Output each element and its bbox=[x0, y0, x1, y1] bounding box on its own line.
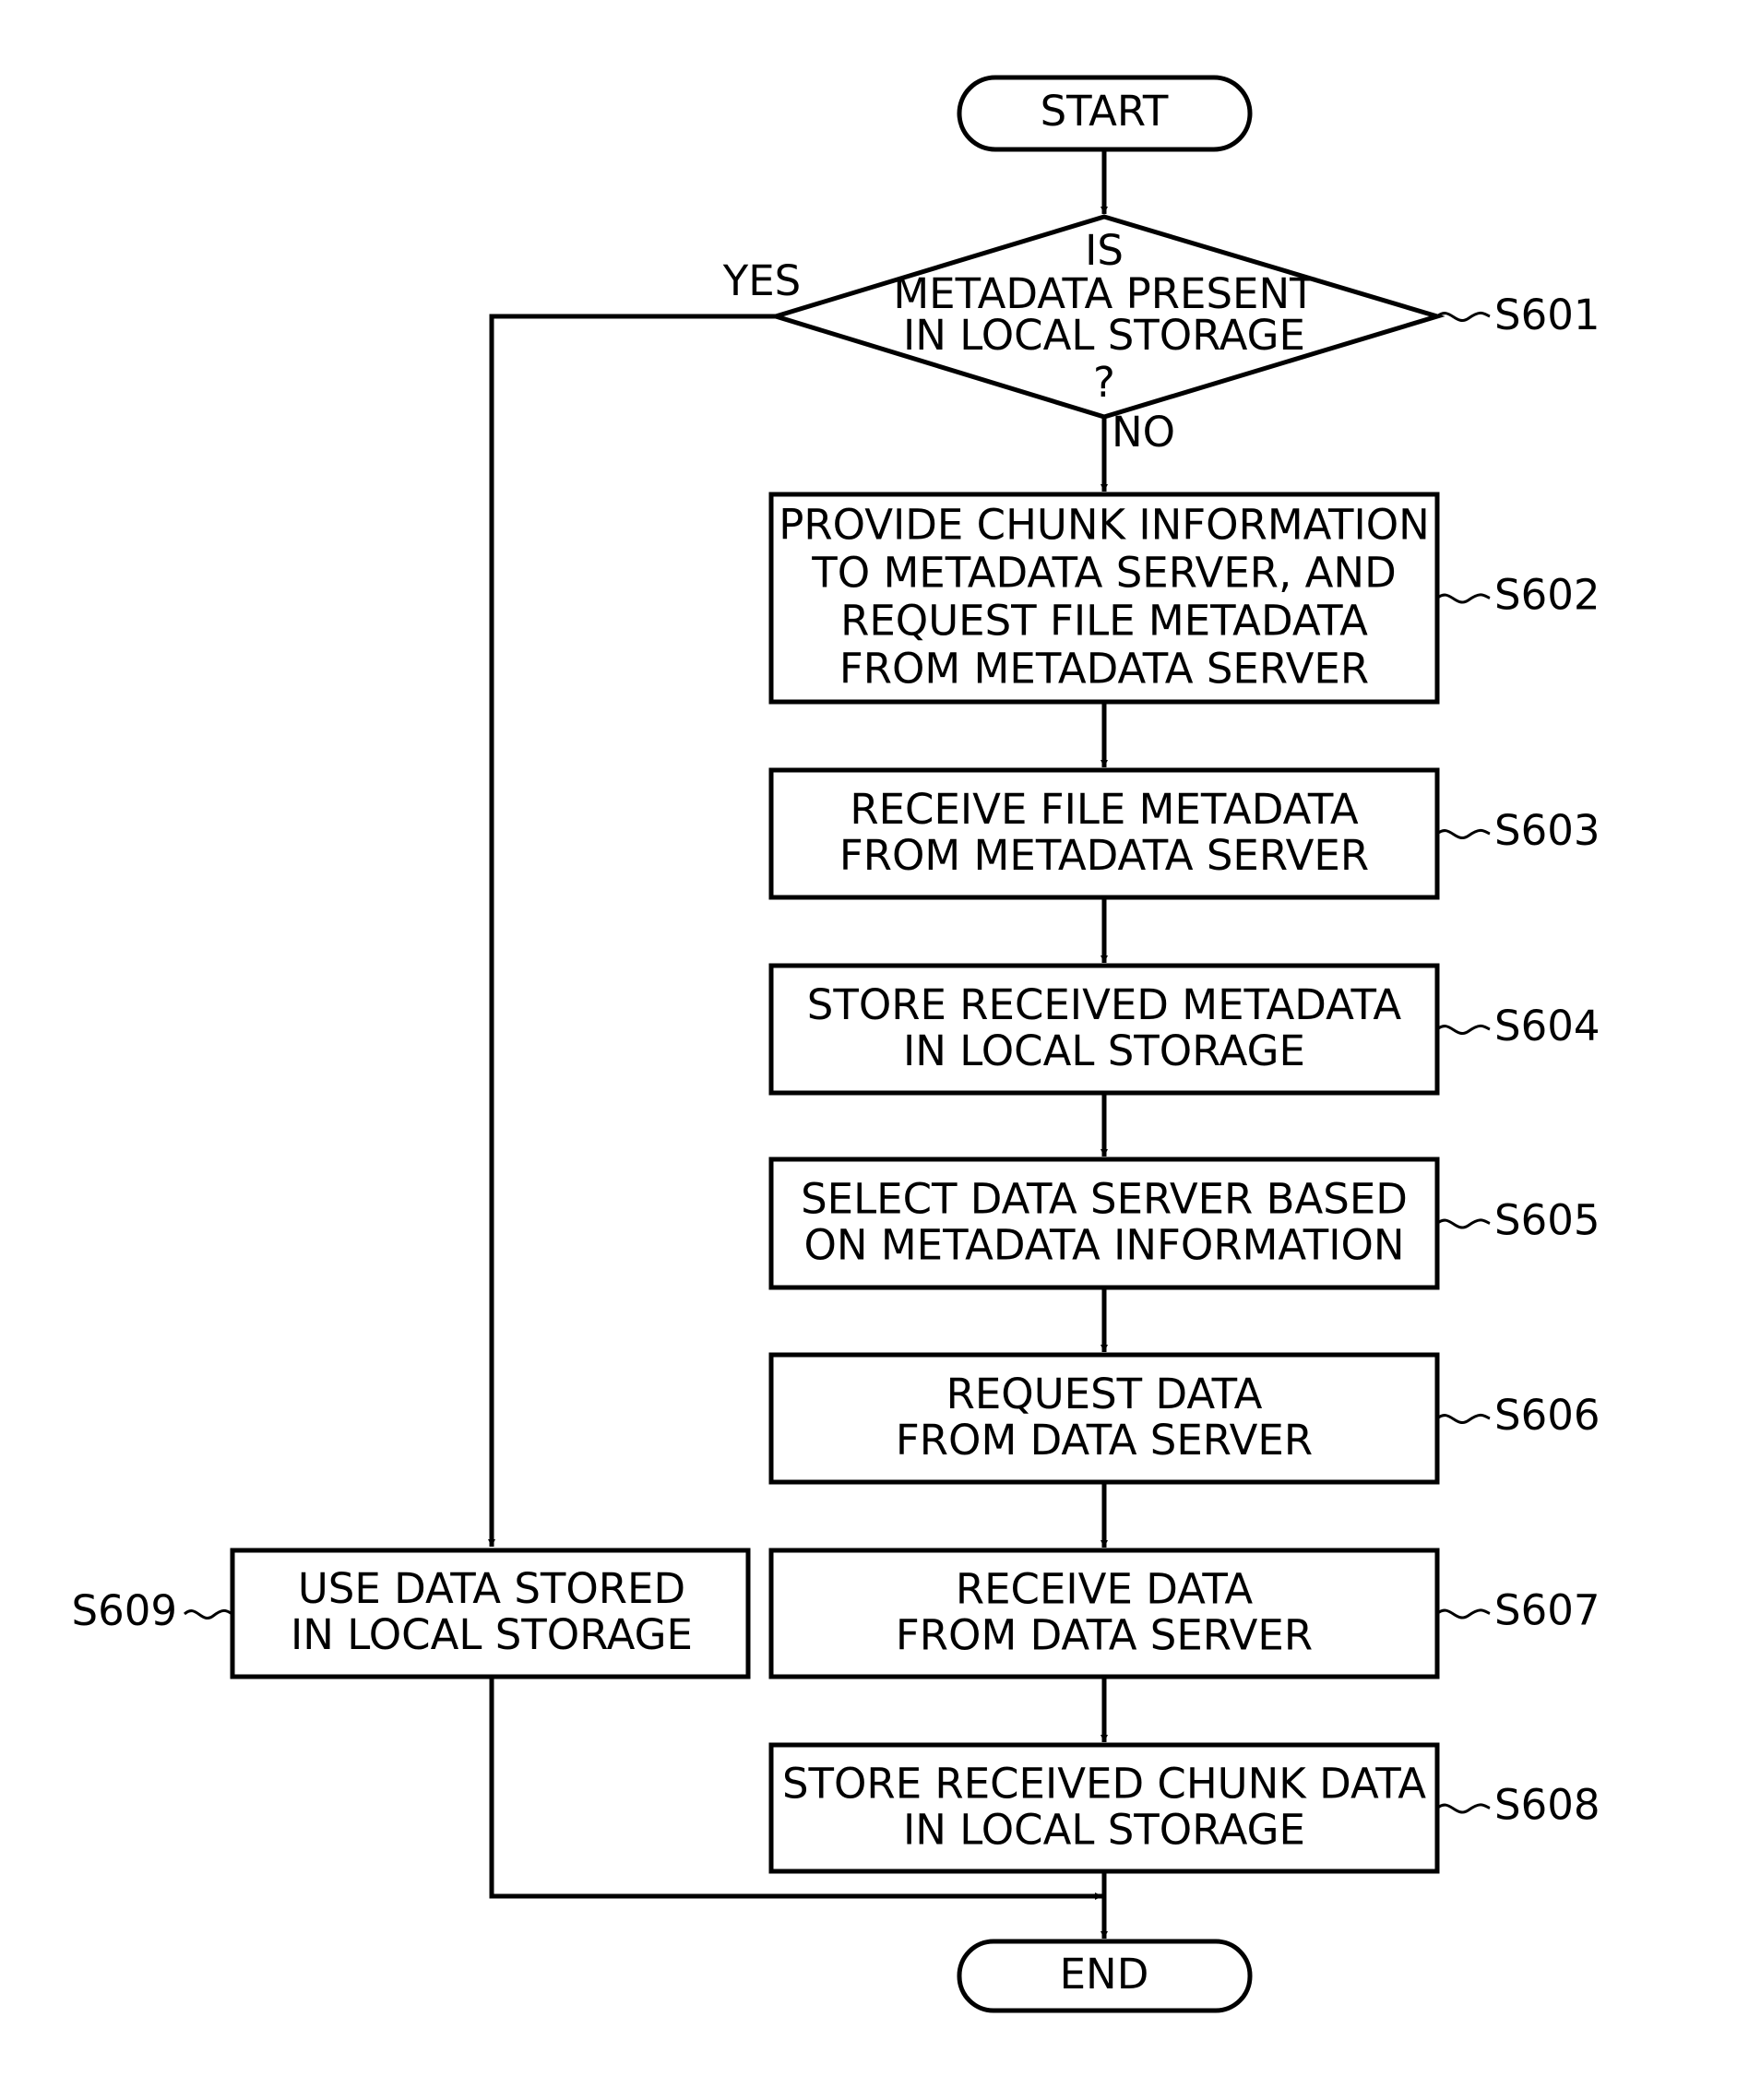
step-s607-line: RECEIVE DATA bbox=[956, 1565, 1253, 1614]
step-ref-leader bbox=[1436, 1024, 1491, 1035]
step-ref-leader bbox=[1436, 1218, 1491, 1229]
step-s608-line: IN LOCAL STORAGE bbox=[903, 1806, 1305, 1855]
decision-ref-leader bbox=[1436, 311, 1491, 322]
step-ref-label: S608 bbox=[1494, 1781, 1600, 1830]
step-ref-label: S606 bbox=[1494, 1391, 1600, 1440]
step-s602-line: PROVIDE CHUNK INFORMATION bbox=[779, 501, 1430, 550]
step-s604-line: IN LOCAL STORAGE bbox=[903, 1026, 1305, 1075]
step-ref-label: S603 bbox=[1494, 806, 1600, 855]
side-ref-leader bbox=[183, 1608, 233, 1619]
side-ref-label: S609 bbox=[72, 1586, 177, 1635]
decision-line: IS bbox=[1085, 226, 1124, 275]
decision-line: ? bbox=[1093, 358, 1115, 407]
step-s609-line: IN LOCAL STORAGE bbox=[291, 1610, 693, 1659]
yes-branch-line bbox=[489, 314, 776, 1547]
step-ref-label: S602 bbox=[1494, 571, 1600, 620]
step-ref-label: S605 bbox=[1494, 1196, 1600, 1245]
step-s602-line: REQUEST FILE METADATA bbox=[840, 597, 1368, 646]
step-ref-leader bbox=[1436, 1608, 1491, 1619]
step-s605-line: ON METADATA INFORMATION bbox=[803, 1221, 1404, 1270]
step-s604-line: STORE RECEIVED METADATA bbox=[807, 980, 1402, 1029]
step-s602-line: TO METADATA SERVER, AND bbox=[811, 549, 1396, 598]
no-label: NO bbox=[1112, 408, 1175, 457]
step-s607-line: FROM DATA SERVER bbox=[896, 1611, 1313, 1660]
step-ref-leader bbox=[1436, 828, 1491, 839]
start-label: START bbox=[1041, 87, 1169, 136]
step-s602-line: FROM METADATA SERVER bbox=[839, 645, 1369, 694]
step-ref-label: S604 bbox=[1494, 1002, 1600, 1050]
step-ref-leader bbox=[1436, 1803, 1491, 1814]
step-ref-label: S607 bbox=[1494, 1586, 1600, 1635]
step-s603-line: RECEIVE FILE METADATA bbox=[850, 785, 1358, 834]
step-s605-line: SELECT DATA SERVER BASED bbox=[801, 1175, 1408, 1224]
step-s608-line: STORE RECEIVED CHUNK DATA bbox=[782, 1760, 1426, 1809]
flowchart: STARTISMETADATA PRESENTIN LOCAL STORAGE?… bbox=[72, 75, 1600, 2013]
step-s609-line: USE DATA STORED bbox=[298, 1564, 685, 1613]
step-s606-line: FROM DATA SERVER bbox=[896, 1416, 1313, 1465]
decision-line: IN LOCAL STORAGE bbox=[903, 311, 1305, 360]
step-s606-line: REQUEST DATA bbox=[946, 1370, 1263, 1418]
step-ref-leader bbox=[1436, 593, 1491, 604]
end-label: END bbox=[1060, 1950, 1149, 1999]
yes-label: YES bbox=[722, 256, 802, 305]
decision-ref-label: S601 bbox=[1494, 291, 1600, 339]
step-ref-leader bbox=[1436, 1413, 1491, 1424]
step-s603-line: FROM METADATA SERVER bbox=[839, 831, 1369, 880]
